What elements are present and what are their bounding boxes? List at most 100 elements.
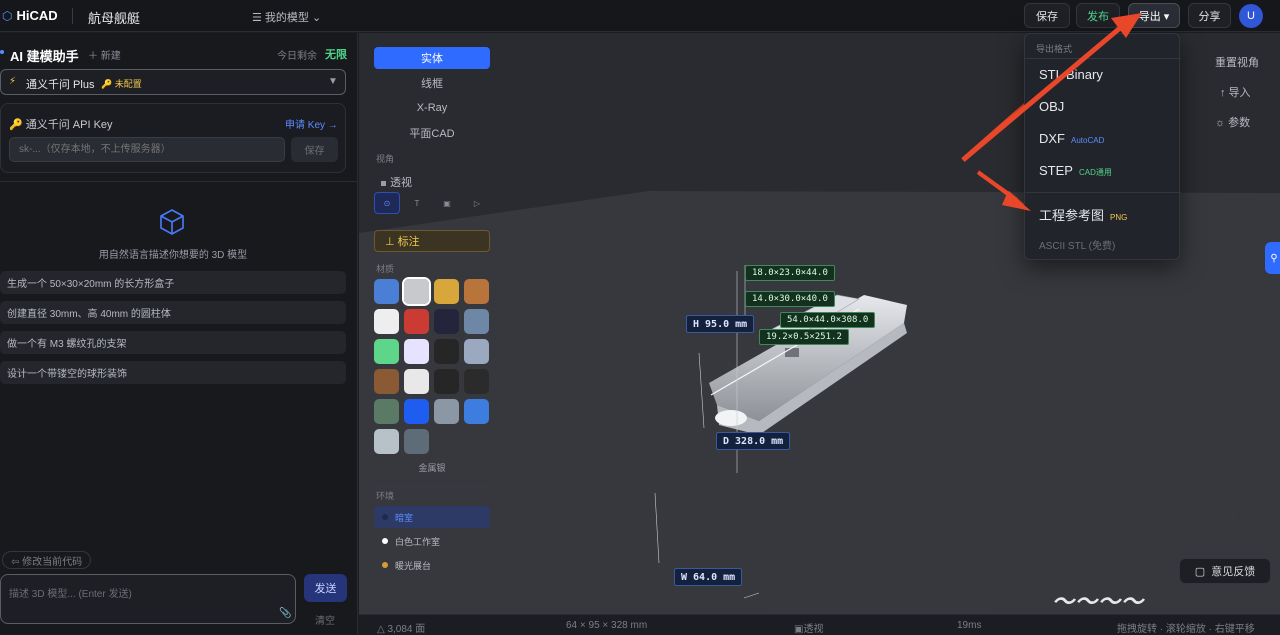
apply-key-link[interactable]: 申请 Key →	[285, 116, 338, 131]
material-swatch[interactable]	[464, 369, 489, 394]
save-button[interactable]: 保存	[1024, 3, 1070, 28]
suggestion-item[interactable]: 做一个有 M3 螺纹孔的支架	[0, 331, 346, 354]
new-chat-button[interactable]: ＋ 新建	[88, 47, 121, 62]
view-iso-button[interactable]: ⊙	[374, 192, 400, 214]
params-button[interactable]: ☼ 参数	[1215, 114, 1250, 130]
material-swatch[interactable]	[434, 369, 459, 394]
status-dot	[0, 50, 4, 54]
empty-hint: 用自然语言描述你想要的 3D 模型	[98, 250, 248, 261]
my-models-button[interactable]: ☰ 我的模型 ⌄	[252, 9, 321, 25]
hexagon-icon: ⬡	[2, 9, 13, 23]
project-title[interactable]: 航母舰艇	[88, 8, 140, 27]
material-swatch[interactable]	[404, 399, 429, 424]
view-front-button[interactable]: ▣	[434, 192, 460, 214]
material-swatch[interactable]	[434, 279, 459, 304]
api-save-button[interactable]: 保存	[291, 137, 338, 162]
attach-icon[interactable]: 📎	[279, 608, 291, 619]
api-key-input[interactable]	[9, 137, 285, 162]
view-mode-wireframe[interactable]: 线框	[374, 72, 490, 94]
env-darkroom[interactable]: 暗室	[374, 506, 490, 528]
env-section-label: 环境	[376, 491, 395, 501]
model-name: 通义千问 Plus	[26, 79, 95, 91]
export-obj[interactable]: OBJ	[1039, 99, 1064, 114]
component-dimension: 18.0×23.0×44.0	[745, 265, 835, 281]
material-swatch[interactable]	[374, 339, 399, 364]
material-swatch[interactable]	[404, 309, 429, 334]
controls-help: 拖拽旋转 · 滚轮缩放 · 右键平移	[1117, 624, 1255, 635]
material-swatch[interactable]	[374, 309, 399, 334]
dot-icon	[382, 562, 388, 568]
bolt-icon: ⚡	[9, 76, 17, 87]
export-ascii-stl[interactable]: ASCII STL (免费)	[1039, 237, 1115, 252]
import-button[interactable]: ↑ 导入	[1220, 84, 1251, 100]
model-size: 64 × 95 × 328 mm	[566, 620, 648, 631]
prompt-input[interactable]: 描述 3D 模型... (Enter 发送) 📎	[0, 574, 296, 624]
app-logo[interactable]: ⬡ HiCAD	[2, 8, 58, 23]
width-dimension: W 64.0 mm	[674, 568, 743, 586]
publish-button[interactable]: 发布	[1076, 3, 1120, 28]
view-side-button[interactable]: ▷	[464, 192, 490, 214]
divider	[1025, 58, 1181, 59]
export-button[interactable]: 导出 ▾	[1128, 3, 1180, 28]
export-menu: 导出格式 STL Binary OBJ DXF AutoCAD STEP CAD通用…	[1024, 33, 1181, 260]
material-swatch[interactable]	[464, 339, 489, 364]
suggestion-item[interactable]: 生成一个 50×30×20mm 的长方形盒子	[0, 271, 346, 294]
perspective-toggle[interactable]: 透视	[381, 174, 412, 190]
divider	[72, 8, 73, 24]
view-mode-xray[interactable]: X-Ray	[374, 97, 490, 119]
side-tab-icon[interactable]: ⚲	[1265, 242, 1280, 274]
model-select[interactable]: ⚡ 通义千问 Plus 🔑 未配置 ▼	[0, 69, 346, 95]
material-swatch[interactable]	[434, 339, 459, 364]
projection-mode: ▣透视	[794, 624, 824, 635]
status-bar: △ 3,084 面 64 × 95 × 328 mm ▣透视 19ms 拖拽旋转…	[359, 614, 1280, 635]
material-swatch[interactable]	[374, 429, 399, 454]
avatar[interactable]: U	[1239, 4, 1263, 28]
material-swatch[interactable]	[404, 429, 429, 454]
modify-code-button[interactable]: ⇦ 修改当前代码	[2, 551, 92, 569]
quota-label: 今日剩余	[277, 51, 317, 62]
divider	[1025, 192, 1181, 193]
material-swatch[interactable]	[434, 309, 459, 334]
material-swatch[interactable]	[404, 369, 429, 394]
suggestion-item[interactable]: 创建直径 30mm、高 40mm 的圆柱体	[0, 301, 346, 324]
env-white-studio[interactable]: 白色工作室	[374, 530, 490, 552]
material-swatch[interactable]	[374, 369, 399, 394]
component-dimension: 19.2×0.5×251.2	[759, 329, 849, 345]
material-swatch[interactable]	[464, 399, 489, 424]
config-badge: 🔑 未配置	[101, 79, 142, 89]
material-swatch[interactable]	[374, 279, 399, 304]
caret-down-icon: ▼	[328, 76, 338, 87]
component-dimension: 14.0×30.0×40.0	[745, 291, 835, 307]
view-section-label: 视角	[376, 154, 395, 164]
api-key-label: 🔑 通义千问 API Key	[9, 119, 113, 131]
material-swatch[interactable]	[464, 279, 489, 304]
send-button[interactable]: 发送	[304, 574, 347, 602]
export-step[interactable]: STEP CAD通用	[1039, 163, 1112, 178]
quota-value: 无限	[325, 49, 347, 61]
share-button[interactable]: 分享	[1188, 3, 1231, 28]
material-swatch[interactable]	[374, 399, 399, 424]
reset-view-button[interactable]: 重置视角	[1215, 54, 1259, 70]
feedback-button[interactable]: ▢ 意见反馈	[1179, 558, 1271, 584]
material-section-label: 材质	[376, 264, 395, 274]
material-swatch[interactable]	[404, 339, 429, 364]
export-stl-binary[interactable]: STL Binary	[1039, 67, 1103, 82]
view-top-button[interactable]: T	[404, 192, 430, 214]
suggestion-item[interactable]: 设计一个带镂空的球形装饰	[0, 361, 346, 384]
view-mode-solid[interactable]: 实体	[374, 47, 490, 69]
clear-button[interactable]: 清空	[315, 612, 335, 627]
export-drawing[interactable]: 工程参考图 PNG	[1039, 205, 1127, 224]
material-swatch[interactable]	[434, 399, 459, 424]
face-count: △ 3,084 面	[377, 624, 426, 635]
export-menu-title: 导出格式	[1036, 44, 1073, 54]
material-swatch[interactable]	[464, 309, 489, 334]
prompt-placeholder: 描述 3D 模型... (Enter 发送)	[9, 589, 132, 600]
divider	[374, 480, 494, 481]
divider	[0, 181, 358, 182]
top-bar: ⬡ HiCAD 航母舰艇 ☰ 我的模型 ⌄ 保存 发布 导出 ▾ 分享 U	[0, 0, 1280, 32]
material-swatch[interactable]	[402, 277, 431, 306]
view-mode-cad[interactable]: 平面CAD	[374, 122, 490, 144]
export-dxf[interactable]: DXF AutoCAD	[1039, 131, 1104, 146]
env-warm-stage[interactable]: 暖光展台	[374, 554, 490, 576]
annotate-button[interactable]: ⊥ 标注	[374, 230, 490, 252]
